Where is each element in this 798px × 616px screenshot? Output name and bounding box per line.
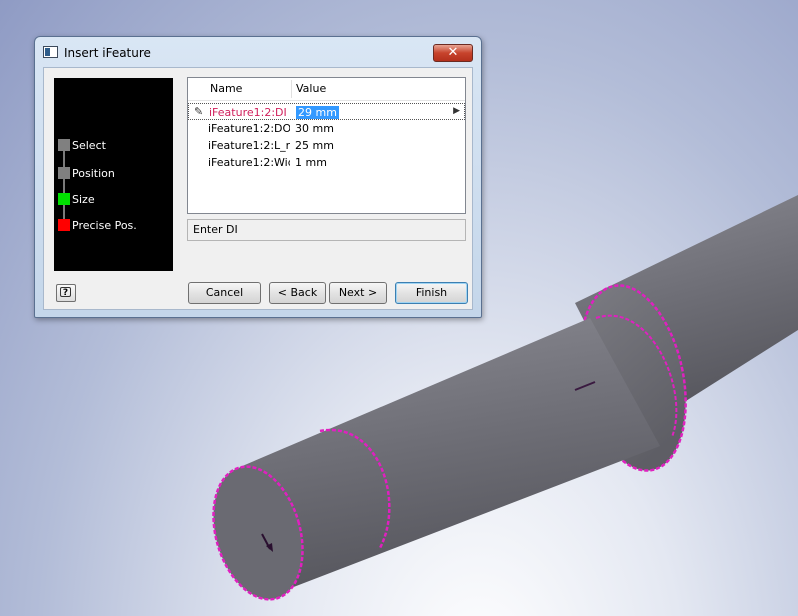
step-panel: Select Position Size Precise Pos.: [54, 78, 173, 271]
step-marker: [58, 219, 70, 231]
table-row[interactable]: iFeature1:2:Widt 1 mm: [188, 154, 465, 171]
param-value-selected-text[interactable]: 29 mm: [296, 106, 339, 119]
table-row[interactable]: iFeature1:2:L_re 25 mm: [188, 137, 465, 154]
step-marker: [58, 193, 70, 205]
step-label: Size: [72, 193, 95, 206]
param-value[interactable]: 25 mm: [295, 137, 455, 154]
step-label: Select: [72, 139, 106, 152]
dialog-titlebar[interactable]: Insert iFeature ✕: [35, 37, 481, 67]
step-label: Precise Pos.: [72, 219, 137, 232]
step-marker: [58, 167, 70, 179]
help-button[interactable]: ?: [56, 284, 76, 302]
param-value[interactable]: 30 mm: [295, 120, 455, 137]
cancel-button[interactable]: Cancel: [188, 282, 261, 304]
pencil-icon: ✎: [194, 105, 204, 118]
step-connector: [63, 146, 65, 226]
parameter-grid[interactable]: Name Value ✎ iFeature1:2:DI 29 mm ▶ iFea…: [187, 77, 466, 214]
param-name[interactable]: iFeature1:2:L_re: [208, 137, 290, 154]
table-row[interactable]: iFeature1:2:DO 30 mm: [188, 120, 465, 137]
close-button[interactable]: ✕: [433, 44, 473, 62]
dialog-title: Insert iFeature: [64, 46, 151, 60]
param-name[interactable]: iFeature1:2:DI: [209, 104, 291, 121]
column-header-name[interactable]: Name: [210, 78, 242, 100]
prompt-text: Enter DI: [187, 219, 466, 241]
param-value-input[interactable]: 29 mm: [296, 104, 456, 121]
back-button[interactable]: < Back: [269, 282, 326, 304]
column-header-value[interactable]: Value: [296, 78, 326, 100]
dialog-client-area: Select Position Size Precise Pos. ? Name: [43, 67, 473, 310]
next-button[interactable]: Next >: [329, 282, 387, 304]
param-value[interactable]: 1 mm: [295, 154, 455, 171]
grid-header: Name Value: [188, 78, 465, 101]
step-label: Position: [72, 167, 115, 180]
column-divider[interactable]: [291, 80, 292, 98]
finish-button[interactable]: Finish: [395, 282, 468, 304]
help-icon: ?: [60, 287, 71, 298]
step-marker: [58, 139, 70, 151]
param-name[interactable]: iFeature1:2:Widt: [208, 154, 290, 171]
insert-ifeature-dialog: Insert iFeature ✕ Select Position Size P…: [34, 36, 482, 318]
shaft-body[interactable]: [240, 318, 660, 598]
param-name[interactable]: iFeature1:2:DO: [208, 120, 290, 137]
right-arrow-icon[interactable]: ▶: [453, 106, 460, 116]
window-icon: [43, 46, 58, 58]
table-row[interactable]: ✎ iFeature1:2:DI 29 mm ▶: [188, 103, 465, 120]
